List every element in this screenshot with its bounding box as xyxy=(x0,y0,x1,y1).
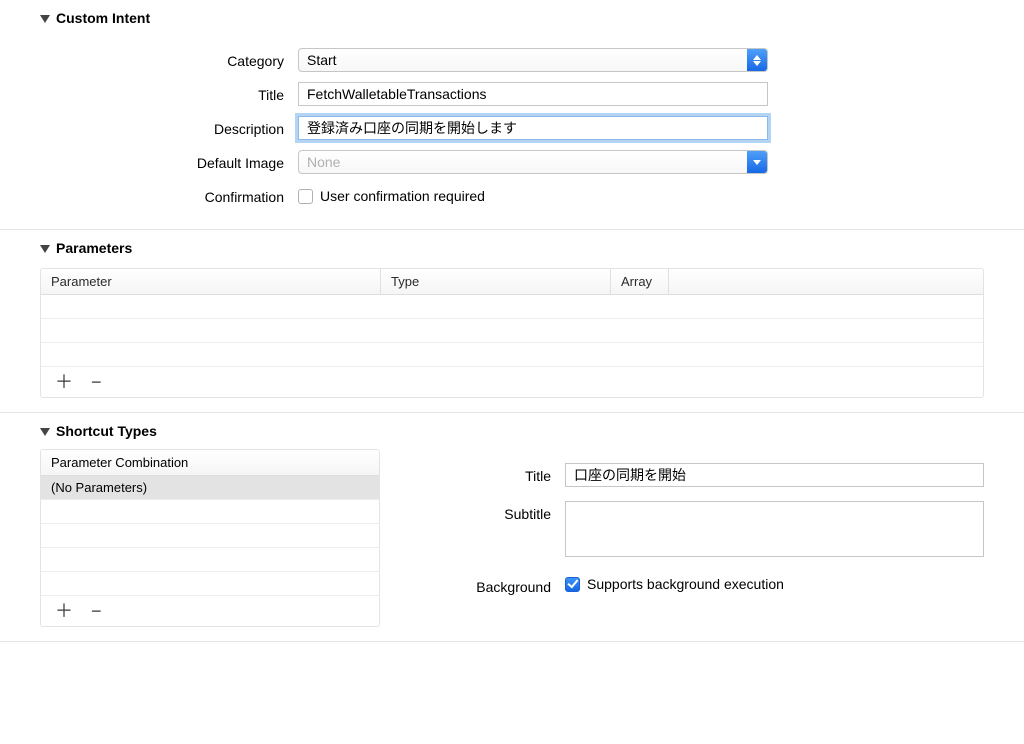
shortcut-subtitle-input[interactable] xyxy=(565,501,984,557)
add-parameter-button[interactable]: ＋ xyxy=(55,373,73,391)
remove-shortcut-button[interactable]: − xyxy=(91,602,102,620)
col-spacer xyxy=(669,269,983,294)
parameters-table: Parameter Type Array ＋ − xyxy=(40,268,984,398)
shortcut-subtitle-label: Subtitle xyxy=(400,501,565,522)
disclosure-triangle-icon xyxy=(40,15,50,23)
parameters-table-head: Parameter Type Array xyxy=(41,269,983,295)
col-type[interactable]: Type xyxy=(381,269,611,294)
col-array[interactable]: Array xyxy=(611,269,669,294)
col-parameter[interactable]: Parameter xyxy=(41,269,381,294)
shortcut-types-body[interactable]: (No Parameters) xyxy=(41,476,379,596)
confirmation-checkbox[interactable] xyxy=(298,189,313,204)
parameters-table-body[interactable] xyxy=(41,295,983,367)
shortcut-title-input[interactable] xyxy=(565,463,984,487)
title-label: Title xyxy=(40,82,298,103)
shortcut-row[interactable]: (No Parameters) xyxy=(41,476,379,500)
title-input[interactable] xyxy=(298,82,768,106)
background-checkbox[interactable] xyxy=(565,577,580,592)
parameters-section: Parameters Parameter Type Array ＋ − xyxy=(0,230,1024,413)
disclosure-triangle-icon xyxy=(40,428,50,436)
chevron-down-icon xyxy=(747,151,767,173)
section-title: Shortcut Types xyxy=(56,423,157,439)
background-checkbox-label: Supports background execution xyxy=(587,576,784,592)
default-image-value: None xyxy=(299,151,747,173)
shortcut-types-header[interactable]: Shortcut Types xyxy=(40,419,984,445)
confirmation-label: Confirmation xyxy=(40,184,298,205)
shortcut-background-label: Background xyxy=(400,574,565,595)
parameters-header[interactable]: Parameters xyxy=(40,236,984,262)
add-shortcut-button[interactable]: ＋ xyxy=(55,602,73,620)
custom-intent-header[interactable]: Custom Intent xyxy=(40,6,984,32)
shortcut-title-label: Title xyxy=(400,463,565,484)
section-title: Parameters xyxy=(56,240,132,256)
custom-intent-section: Custom Intent Category Start Title Descr… xyxy=(0,0,1024,230)
shortcut-types-section: Shortcut Types Parameter Combination (No… xyxy=(0,413,1024,642)
remove-parameter-button[interactable]: − xyxy=(91,373,102,391)
category-value: Start xyxy=(299,49,747,71)
section-title: Custom Intent xyxy=(56,10,150,26)
updown-icon xyxy=(747,49,767,71)
shortcut-types-table: Parameter Combination (No Parameters) ＋ … xyxy=(40,449,380,627)
default-image-label: Default Image xyxy=(40,150,298,171)
category-popup[interactable]: Start xyxy=(298,48,768,72)
description-label: Description xyxy=(40,116,298,137)
confirmation-checkbox-label: User confirmation required xyxy=(320,188,485,204)
description-input[interactable] xyxy=(298,116,768,140)
shortcut-detail: Title Subtitle Background Supports backg… xyxy=(400,449,984,609)
category-label: Category xyxy=(40,48,298,69)
disclosure-triangle-icon xyxy=(40,245,50,253)
default-image-popup[interactable]: None xyxy=(298,150,768,174)
shortcut-types-col-header[interactable]: Parameter Combination xyxy=(41,450,379,476)
